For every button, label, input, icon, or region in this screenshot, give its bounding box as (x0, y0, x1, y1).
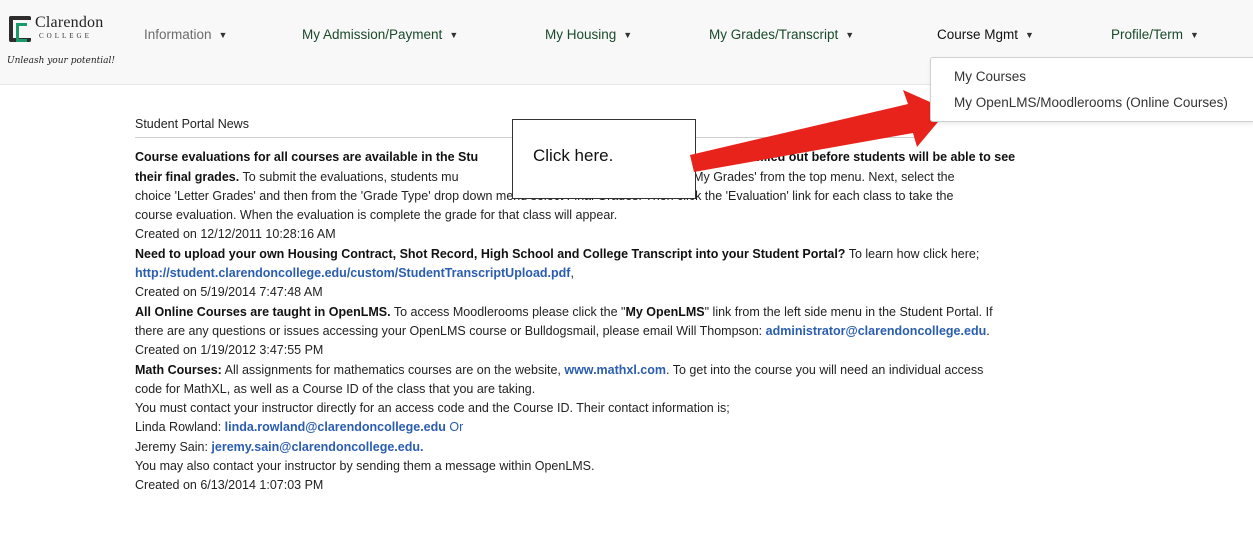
logo-sub: COLLEGE (39, 32, 92, 40)
news-bold-text: Need to upload your own Housing Contract… (135, 246, 846, 261)
logo-tagline: Unleash your potential! (7, 56, 115, 66)
news-bold-text: Math Courses: (135, 362, 222, 377)
caret-down-icon: ▼ (449, 30, 459, 40)
news-item-math: Math Courses: All assignments for mathem… (135, 361, 1225, 496)
news-date: Created on 12/12/2011 10:28:16 AM (135, 227, 336, 242)
news-text: To learn how click here; (845, 246, 980, 261)
logo-name: Clarendon (35, 14, 104, 31)
mathxl-link[interactable]: www.mathxl.com (564, 363, 666, 377)
college-logo[interactable]: Clarendon COLLEGE Unleash your potential… (6, 10, 118, 70)
news-text: You may also contact your instructor by … (135, 459, 595, 474)
news-bold-text: their final grades. (135, 169, 240, 184)
news-body: Course evaluations for all courses are a… (135, 148, 1225, 495)
dropdown-item-my-openlms[interactable]: My OpenLMS/Moodlerooms (Online Courses) (954, 95, 1228, 110)
caret-down-icon: ▼ (1025, 30, 1034, 40)
nav-label: Information (144, 27, 212, 42)
nav-course-mgmt[interactable]: Course Mgmt ▼ (937, 27, 1034, 42)
nav-label: My Grades/Transcript (709, 27, 839, 42)
logo-mark-icon (9, 16, 31, 42)
news-text: You must contact your instructor directl… (135, 401, 730, 416)
caret-down-icon: ▼ (218, 30, 228, 40)
course-mgmt-dropdown: My Courses My OpenLMS/Moodlerooms (Onlin… (930, 57, 1253, 122)
news-text: " link from the left side menu in the St… (704, 304, 993, 319)
news-text: To submit the evaluations, students mu (239, 169, 459, 184)
news-text: . (986, 323, 990, 338)
caret-down-icon: ▼ (623, 30, 633, 40)
news-item-online-courses: All Online Courses are taught in OpenLMS… (135, 303, 1225, 361)
news-text: there are any questions or issues access… (135, 323, 766, 338)
news-bold-text: My OpenLMS (625, 304, 705, 319)
nav-information[interactable]: Information ▼ (144, 27, 227, 42)
caret-down-icon: ▼ (1190, 30, 1199, 40)
nav-label: My Housing (545, 27, 617, 42)
nav-admission-payment[interactable]: My Admission/Payment ▼ (302, 27, 458, 42)
news-text: Jeremy Sain: (135, 439, 212, 454)
news-text: course evaluation. When the evaluation i… (135, 208, 618, 223)
news-bold-text: Course evaluations for all courses are a… (135, 150, 479, 165)
linda-email-link[interactable]: linda.rowland@clarendoncollege.edu (225, 420, 446, 434)
news-date: Created on 6/13/2014 1:07:03 PM (135, 478, 324, 493)
dropdown-item-my-courses[interactable]: My Courses (954, 69, 1026, 84)
click-here-callout: Click here. (512, 119, 696, 199)
news-bold-text: All Online Courses are taught in OpenLMS… (135, 304, 391, 319)
news-text: , (570, 266, 574, 281)
news-text: All assignments for mathematics courses … (221, 362, 565, 377)
news-text: Linda Rowland: (135, 420, 225, 435)
nav-label: My Admission/Payment (302, 27, 443, 42)
administrator-email-link[interactable]: administrator@clarendoncollege.edu (766, 324, 987, 338)
nav-profile-term[interactable]: Profile/Term ▼ (1111, 27, 1199, 42)
news-text: code for MathXL, as well as a Course ID … (135, 381, 536, 396)
nav-housing[interactable]: My Housing ▼ (545, 27, 632, 42)
news-text: To access Moodlerooms please click the " (390, 304, 626, 319)
news-item-upload: Need to upload your own Housing Contract… (135, 245, 1225, 303)
news-text: . To get into the course you will need a… (666, 362, 984, 377)
news-date: Created on 5/19/2014 7:47:48 AM (135, 285, 323, 300)
nav-grades-transcript[interactable]: My Grades/Transcript ▼ (709, 27, 854, 42)
callout-text: Click here. (533, 146, 614, 165)
nav-label: Profile/Term (1111, 27, 1184, 42)
nav-label: Course Mgmt (937, 27, 1019, 42)
news-text: Or (445, 420, 464, 435)
caret-down-icon: ▼ (845, 30, 855, 40)
news-date: Created on 1/19/2012 3:47:55 PM (135, 343, 324, 358)
transcript-upload-link[interactable]: http://student.clarendoncollege.edu/cust… (135, 266, 570, 280)
jeremy-email-link[interactable]: jeremy.sain@clarendoncollege.edu. (211, 440, 423, 454)
